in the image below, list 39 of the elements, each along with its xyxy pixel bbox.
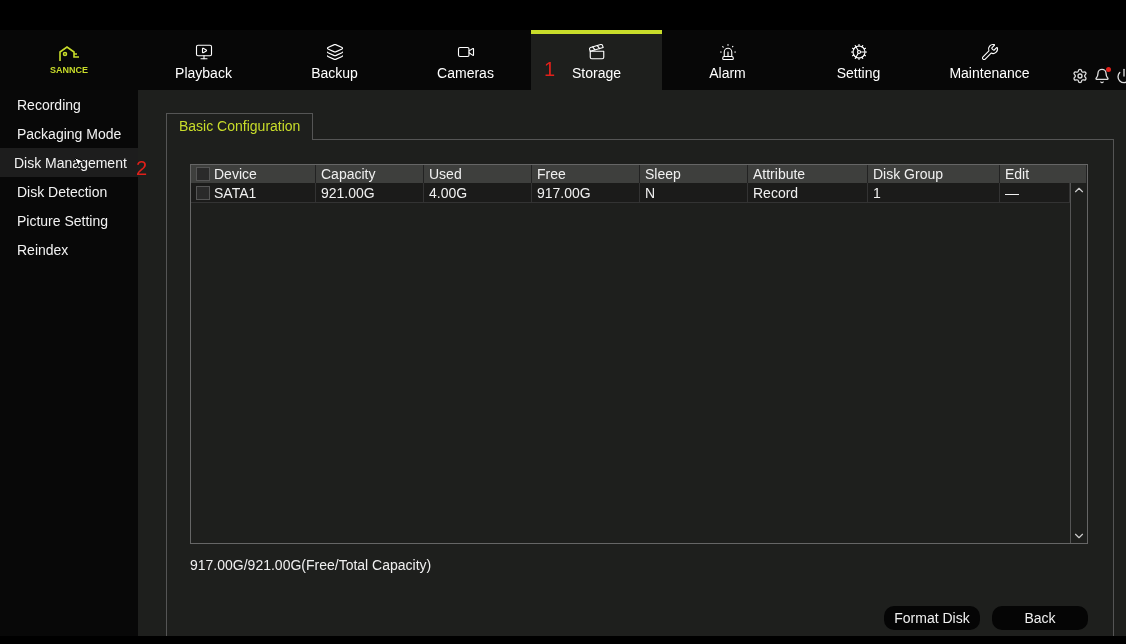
table-cell: 4.00G — [424, 183, 532, 202]
nav-tab[interactable]: Playback — [138, 30, 269, 90]
logo-text: SANNCE — [50, 65, 88, 75]
table-cell: — — [1000, 183, 1070, 202]
nav-tab[interactable]: Backup — [269, 30, 400, 90]
sidebar-item[interactable]: Picture Setting — [0, 206, 138, 235]
action-button[interactable]: Back — [992, 606, 1088, 630]
annotation-number: 2 — [136, 157, 148, 180]
table-cell: 1 — [868, 183, 1000, 202]
wrench-icon — [980, 43, 999, 61]
sidebar-item[interactable]: Disk Detection — [0, 177, 138, 206]
table-cell: SATA1 — [191, 183, 316, 202]
nav-tab[interactable]: Maintenance — [924, 30, 1055, 90]
siren-icon — [718, 43, 737, 61]
table-cell: N — [640, 183, 748, 202]
gears-icon — [849, 43, 868, 61]
annotation-number: 1 — [544, 58, 556, 81]
table-cell: Record — [748, 183, 868, 202]
table-cell: 921.00G — [316, 183, 424, 202]
sidebar-item[interactable]: Disk Management — [0, 148, 138, 177]
settings-icon[interactable] — [1072, 68, 1088, 84]
sidebar-item[interactable]: Recording — [0, 90, 138, 119]
tab[interactable]: Basic Configuration — [166, 113, 314, 140]
layers-icon — [325, 43, 344, 61]
nav-tab[interactable]: Cameras — [400, 30, 531, 90]
monitor-play-icon — [194, 43, 213, 61]
row-checkbox[interactable] — [196, 185, 210, 200]
clapperboard-icon — [587, 43, 606, 61]
sidebar-item[interactable]: Packaging Mode — [0, 119, 138, 148]
table-cell: 917.00G — [532, 183, 640, 202]
capacity-summary: 917.00G/921.00G(Free/Total Capacity) — [190, 557, 433, 573]
action-button[interactable]: Format Disk — [884, 606, 980, 630]
nav-tab[interactable]: Setting — [793, 30, 924, 90]
nav-tab[interactable]: Alarm — [662, 30, 793, 90]
sidebar-item[interactable]: Reindex — [0, 235, 138, 264]
bell-icon[interactable] — [1094, 68, 1110, 84]
logo-icon — [56, 45, 82, 63]
select-all-checkbox[interactable] — [196, 167, 210, 181]
mouse-cursor-icon — [73, 156, 85, 168]
